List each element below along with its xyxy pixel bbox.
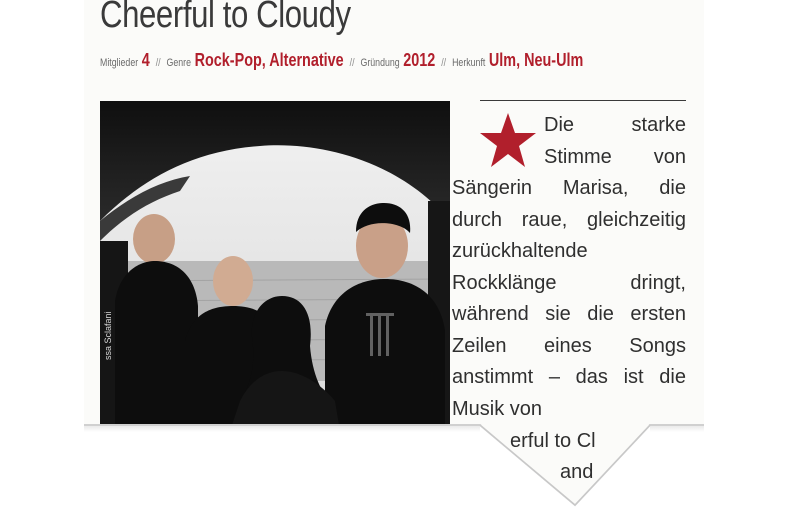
origin-label: Herkunft (452, 57, 486, 69)
genre-label: Genre (166, 57, 192, 69)
photo-credit: ssa Sclafani (103, 311, 113, 360)
separator: // (155, 57, 161, 69)
column-rule (480, 100, 686, 101)
band-photo (100, 101, 450, 431)
band-title: Cheerful to Cloudy (100, 0, 351, 36)
drop-star-spacer (452, 110, 544, 166)
band-photo-illustration (100, 101, 450, 431)
founded-value: 2012 (403, 50, 436, 70)
article-text-block: Die starke Stimme von Sängerin Marisa, d… (452, 110, 686, 425)
members-value: 4 (141, 50, 150, 70)
separator: // (349, 57, 355, 69)
origin-value: Ulm, Neu-Ulm (488, 50, 584, 70)
members-label: Mitglieder (100, 57, 139, 69)
cut-text-line-1: erful to Cl (510, 430, 596, 452)
founded-label: Gründung (360, 57, 400, 69)
genre-value: Rock-Pop, Alternative (194, 50, 344, 70)
cut-text-line-2: and (560, 461, 594, 483)
band-meta: Mitglieder 4 // Genre Rock-Pop, Alternat… (100, 50, 583, 71)
separator: // (441, 57, 447, 69)
page-curl (84, 424, 704, 507)
